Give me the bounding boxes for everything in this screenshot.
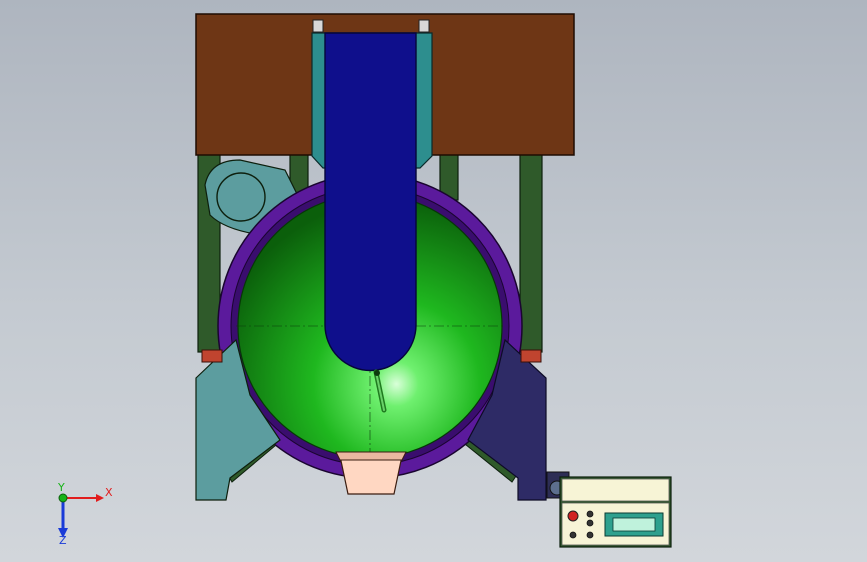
knob-right[interactable] [586, 531, 594, 539]
pivot-circle [216, 172, 266, 222]
display-screen [612, 517, 656, 532]
y-axis-label: Y [57, 481, 65, 494]
control-box-top-panel [561, 478, 670, 502]
outlet-chute [339, 455, 403, 495]
stop-button[interactable] [586, 519, 594, 527]
x-axis-label: X [105, 486, 113, 499]
coordinate-triad: X Y Z [57, 481, 113, 547]
x-axis-arrow [96, 494, 104, 502]
left-bracket [201, 349, 223, 363]
y-axis-dot [58, 493, 68, 503]
outlet-chute-rim [335, 451, 407, 461]
right-bracket [520, 349, 542, 363]
knob-left[interactable] [569, 531, 577, 539]
cad-viewport[interactable]: X Y Z [0, 0, 867, 562]
control-box[interactable] [546, 471, 672, 548]
z-axis-label: Z [59, 534, 67, 547]
right-bolt [418, 19, 430, 33]
right-outer-rail [519, 149, 543, 353]
emergency-stop-button[interactable] [567, 510, 579, 522]
stirrer-arm [324, 32, 417, 372]
left-bolt [312, 19, 324, 33]
start-button[interactable] [586, 510, 594, 518]
